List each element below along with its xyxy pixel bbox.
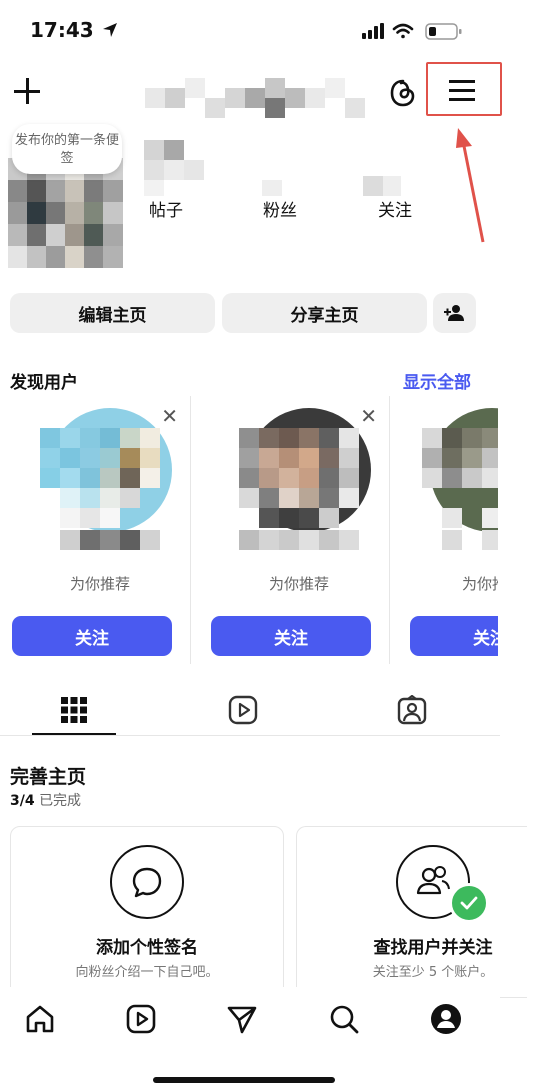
suggested-user-photo-pixelated[interactable] xyxy=(422,408,498,558)
profile-icon[interactable] xyxy=(428,1001,464,1037)
tab-active-indicator xyxy=(32,733,116,735)
add-bio-card[interactable]: 添加个性签名 向粉丝介绍一下自己吧。 xyxy=(10,826,284,998)
tab-posts-grid[interactable] xyxy=(44,690,104,730)
suggestion-card[interactable]: ✕ 为你推荐 关注 xyxy=(10,396,191,664)
search-icon[interactable] xyxy=(326,1001,362,1037)
home-icon[interactable] xyxy=(22,1001,58,1037)
grid-icon xyxy=(61,697,87,723)
suggested-user-photo-pixelated[interactable] xyxy=(239,408,379,558)
create-plus-icon[interactable] xyxy=(10,74,44,108)
stat-following-count-pixelated xyxy=(355,140,435,196)
discover-people-title: 发现用户 xyxy=(10,373,78,393)
complete-profile-title: 完善主页 xyxy=(10,766,87,788)
follow-button[interactable]: 关注 xyxy=(211,616,371,656)
tabs-divider xyxy=(0,735,500,736)
suggestion-card[interactable]: 为你推荐 关注 xyxy=(408,396,498,664)
annotation-red-arrow xyxy=(456,128,485,243)
tab-reels[interactable] xyxy=(213,690,273,730)
share-profile-button[interactable]: 分享主页 xyxy=(222,293,427,333)
stat-posts-count-pixelated xyxy=(126,140,206,196)
stat-posts[interactable]: 帖子 xyxy=(126,140,206,221)
cellular-signal-icon xyxy=(362,23,384,39)
follow-button[interactable]: 关注 xyxy=(12,616,172,656)
reels-nav-icon[interactable] xyxy=(123,1001,159,1037)
profile-avatar-pixelated[interactable] xyxy=(8,158,123,268)
chat-bubble-icon xyxy=(110,845,184,919)
bottom-nav xyxy=(0,987,500,1057)
stat-followers-count-pixelated xyxy=(240,140,320,196)
find-people-card[interactable]: 查找用户并关注 关注至少 5 个账户。 xyxy=(296,826,527,998)
show-all-link[interactable]: 显示全部 xyxy=(403,368,471,393)
complete-profile-progress: 3/4 已完成 xyxy=(10,793,82,809)
add-person-icon xyxy=(443,305,464,321)
wifi-icon xyxy=(392,23,414,39)
tagged-person-icon xyxy=(397,695,427,725)
stat-followers[interactable]: 粉丝 xyxy=(240,140,320,221)
username-pixelated[interactable] xyxy=(145,78,385,118)
note-bubble[interactable]: 发布你的第一条便签 xyxy=(12,124,122,174)
battery-icon xyxy=(425,23,462,40)
suggestion-reason: 为你推荐 xyxy=(461,575,498,593)
status-icons xyxy=(362,20,467,46)
tab-tagged[interactable] xyxy=(382,690,442,730)
reels-icon xyxy=(228,695,258,725)
suggestion-reason: 为你推荐 xyxy=(69,575,130,593)
suggested-user-photo-pixelated[interactable] xyxy=(40,408,180,558)
home-indicator xyxy=(153,1077,335,1083)
threads-icon[interactable] xyxy=(388,78,418,108)
discover-people-button[interactable] xyxy=(433,293,476,333)
follow-button[interactable]: 关注 xyxy=(410,616,498,656)
stat-following[interactable]: 关注 xyxy=(355,140,435,221)
status-time: 17:43 xyxy=(30,18,119,42)
suggestion-card[interactable]: ✕ 为你推荐 关注 xyxy=(209,396,390,664)
menu-hamburger-button[interactable] xyxy=(426,62,502,116)
send-message-icon[interactable] xyxy=(224,1001,260,1037)
suggestion-reason: 为你推荐 xyxy=(268,575,329,593)
location-arrow-icon xyxy=(102,23,117,37)
edit-profile-button[interactable]: 编辑主页 xyxy=(10,293,215,333)
check-badge-icon xyxy=(449,883,489,923)
